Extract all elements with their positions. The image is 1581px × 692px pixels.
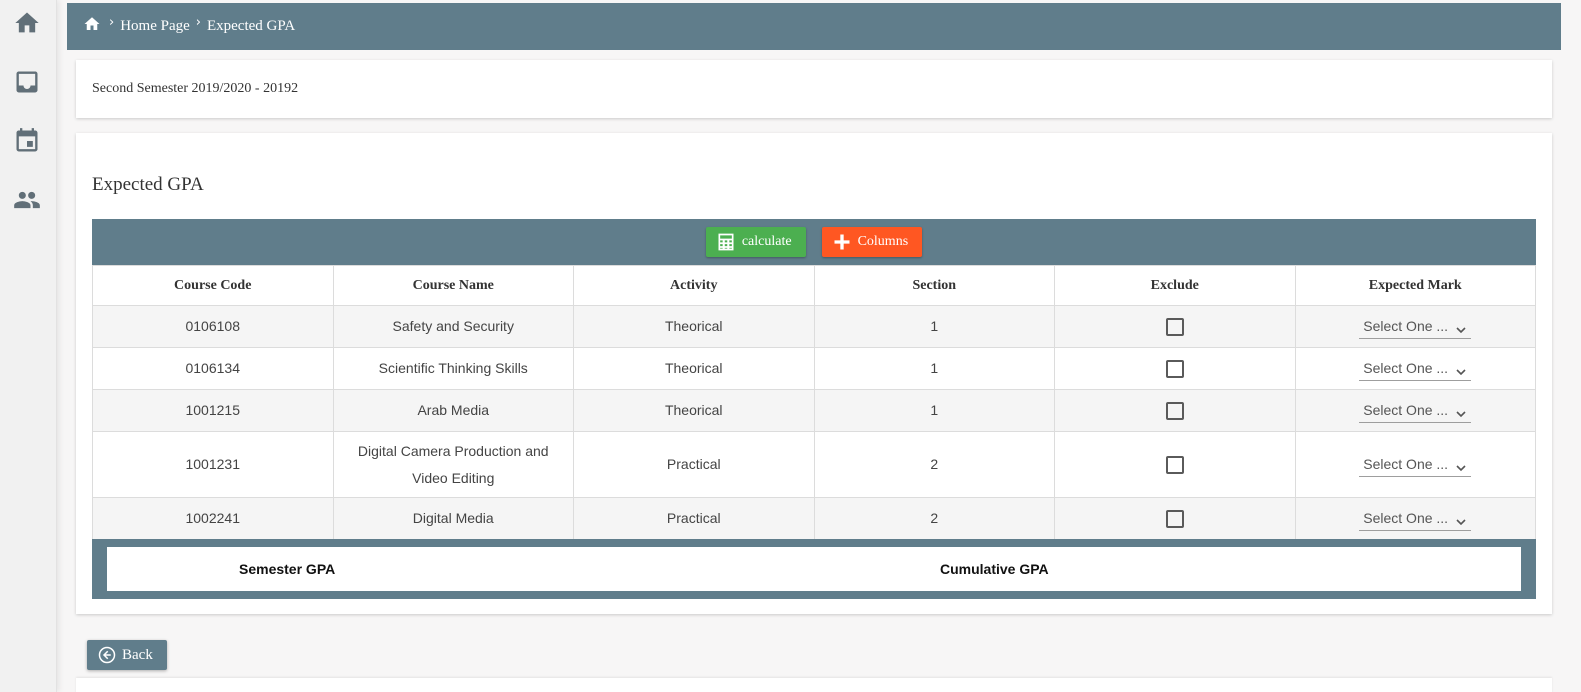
expected-mark-select[interactable]: Select One ...: [1359, 399, 1472, 423]
course-code: 1001215: [92, 389, 334, 432]
activity: Theorical: [573, 305, 815, 348]
semester-gpa-label: Semester GPA: [239, 561, 336, 577]
section-title: Expected GPA: [92, 174, 204, 195]
expected-mark-select[interactable]: Select One ...: [1359, 357, 1472, 381]
expected-mark-cell: Select One ...: [1294, 497, 1536, 540]
expected-gpa-card: Expected GPA calculate Columns Course Co…: [76, 133, 1552, 614]
column-header[interactable]: Section: [813, 265, 1055, 306]
exclude-checkbox[interactable]: [1165, 318, 1184, 337]
exclude-cell: [1054, 389, 1296, 432]
calculator-icon: [718, 233, 734, 251]
table-row: 1001231 Digital Camera Production and Vi…: [92, 431, 1536, 498]
column-header[interactable]: Course Code: [92, 265, 334, 306]
expected-mark-value: Select One ...: [1363, 510, 1449, 526]
course-name: Arab Media: [332, 389, 574, 432]
expected-mark-cell: Select One ...: [1294, 347, 1536, 390]
activity: Practical: [573, 431, 815, 498]
expected-mark-cell: Select One ...: [1294, 305, 1536, 348]
expected-mark-select[interactable]: Select One ...: [1359, 453, 1472, 477]
expected-mark-cell: Select One ...: [1294, 431, 1536, 498]
exclude-cell: [1054, 431, 1296, 498]
back-label: Back: [122, 646, 153, 663]
course-code: 0106108: [92, 305, 334, 348]
breadcrumb-home-link[interactable]: Home Page: [120, 18, 190, 35]
column-header[interactable]: Exclude: [1054, 265, 1296, 306]
activity: Practical: [573, 497, 815, 540]
expected-mark-select[interactable]: Select One ...: [1359, 315, 1472, 339]
home-icon[interactable]: [11, 7, 43, 39]
exclude-checkbox[interactable]: [1165, 510, 1184, 529]
expected-mark-value: Select One ...: [1363, 402, 1449, 418]
table-row: 1002241 Digital Media Practical 2 Select…: [92, 497, 1536, 540]
activity: Theorical: [573, 389, 815, 432]
cumulative-gpa-label: Cumulative GPA: [940, 561, 1049, 577]
course-code: 1001231: [92, 431, 334, 498]
expected-mark-value: Select One ...: [1363, 360, 1449, 376]
exclude-checkbox[interactable]: [1165, 402, 1184, 421]
course-code: 0106134: [92, 347, 334, 390]
table-row: 1001215 Arab Media Theorical 1 Select On…: [92, 389, 1536, 432]
exclude-cell: [1054, 347, 1296, 390]
semester-card: Second Semester 2019/2020 - 20192: [76, 60, 1552, 118]
chevron-down-icon: [1456, 519, 1466, 526]
section: 1: [813, 305, 1055, 348]
plus-icon: [834, 234, 850, 250]
exclude-checkbox[interactable]: [1165, 456, 1184, 475]
column-header[interactable]: Activity: [573, 265, 815, 306]
exclude-cell: [1054, 305, 1296, 348]
course-name: Digital Media: [332, 497, 574, 540]
exclude-checkbox[interactable]: [1165, 360, 1184, 379]
chevron-down-icon: [1456, 369, 1466, 376]
course-name: Digital Camera Production and Video Edit…: [332, 431, 574, 498]
semester-label: Second Semester 2019/2020 - 20192: [92, 81, 299, 96]
expected-mark-select[interactable]: Select One ...: [1359, 507, 1472, 531]
courses-table: Course Code Course Name Activity Section…: [92, 265, 1536, 540]
back-arrow-icon: [98, 646, 116, 664]
course-name: Scientific Thinking Skills: [332, 347, 574, 390]
bottom-card: [76, 678, 1552, 692]
activity: Theorical: [573, 347, 815, 390]
breadcrumb-current[interactable]: Expected GPA: [207, 18, 295, 35]
gpa-summary-bar: Semester GPA Cumulative GPA: [92, 539, 1536, 599]
columns-button[interactable]: Columns: [821, 227, 923, 257]
table-row: 0106108 Safety and Security Theorical 1 …: [92, 305, 1536, 348]
expected-mark-value: Select One ...: [1363, 456, 1449, 472]
columns-label: Columns: [857, 234, 909, 249]
inbox-icon[interactable]: [11, 66, 43, 98]
chevron-down-icon: [1456, 327, 1466, 334]
exclude-cell: [1054, 497, 1296, 540]
calendar-icon[interactable]: [11, 125, 43, 157]
chevron-right-icon: ›: [195, 15, 201, 30]
section: 1: [813, 389, 1055, 432]
calculate-label: calculate: [741, 234, 792, 249]
expected-mark-cell: Select One ...: [1294, 389, 1536, 432]
table-toolbar: calculate Columns: [92, 219, 1536, 265]
section: 1: [813, 347, 1055, 390]
side-rail: [0, 0, 57, 692]
chevron-down-icon: [1456, 411, 1466, 418]
expected-mark-value: Select One ...: [1363, 318, 1449, 334]
back-button[interactable]: Back: [87, 640, 167, 670]
course-code: 1002241: [92, 497, 334, 540]
breadcrumb: › Home Page › Expected GPA: [67, 3, 1561, 50]
section: 2: [813, 431, 1055, 498]
column-header[interactable]: Expected Mark: [1294, 265, 1536, 306]
breadcrumb-home-icon[interactable]: [83, 14, 103, 34]
calculate-button[interactable]: calculate: [705, 227, 806, 257]
course-name: Safety and Security: [332, 305, 574, 348]
people-icon[interactable]: [11, 184, 43, 216]
table-row: 0106134 Scientific Thinking Skills Theor…: [92, 347, 1536, 390]
chevron-down-icon: [1456, 465, 1466, 472]
column-header[interactable]: Course Name: [332, 265, 574, 306]
gpa-summary: Semester GPA Cumulative GPA: [107, 547, 1521, 591]
section: 2: [813, 497, 1055, 540]
chevron-right-icon: ›: [109, 15, 115, 30]
